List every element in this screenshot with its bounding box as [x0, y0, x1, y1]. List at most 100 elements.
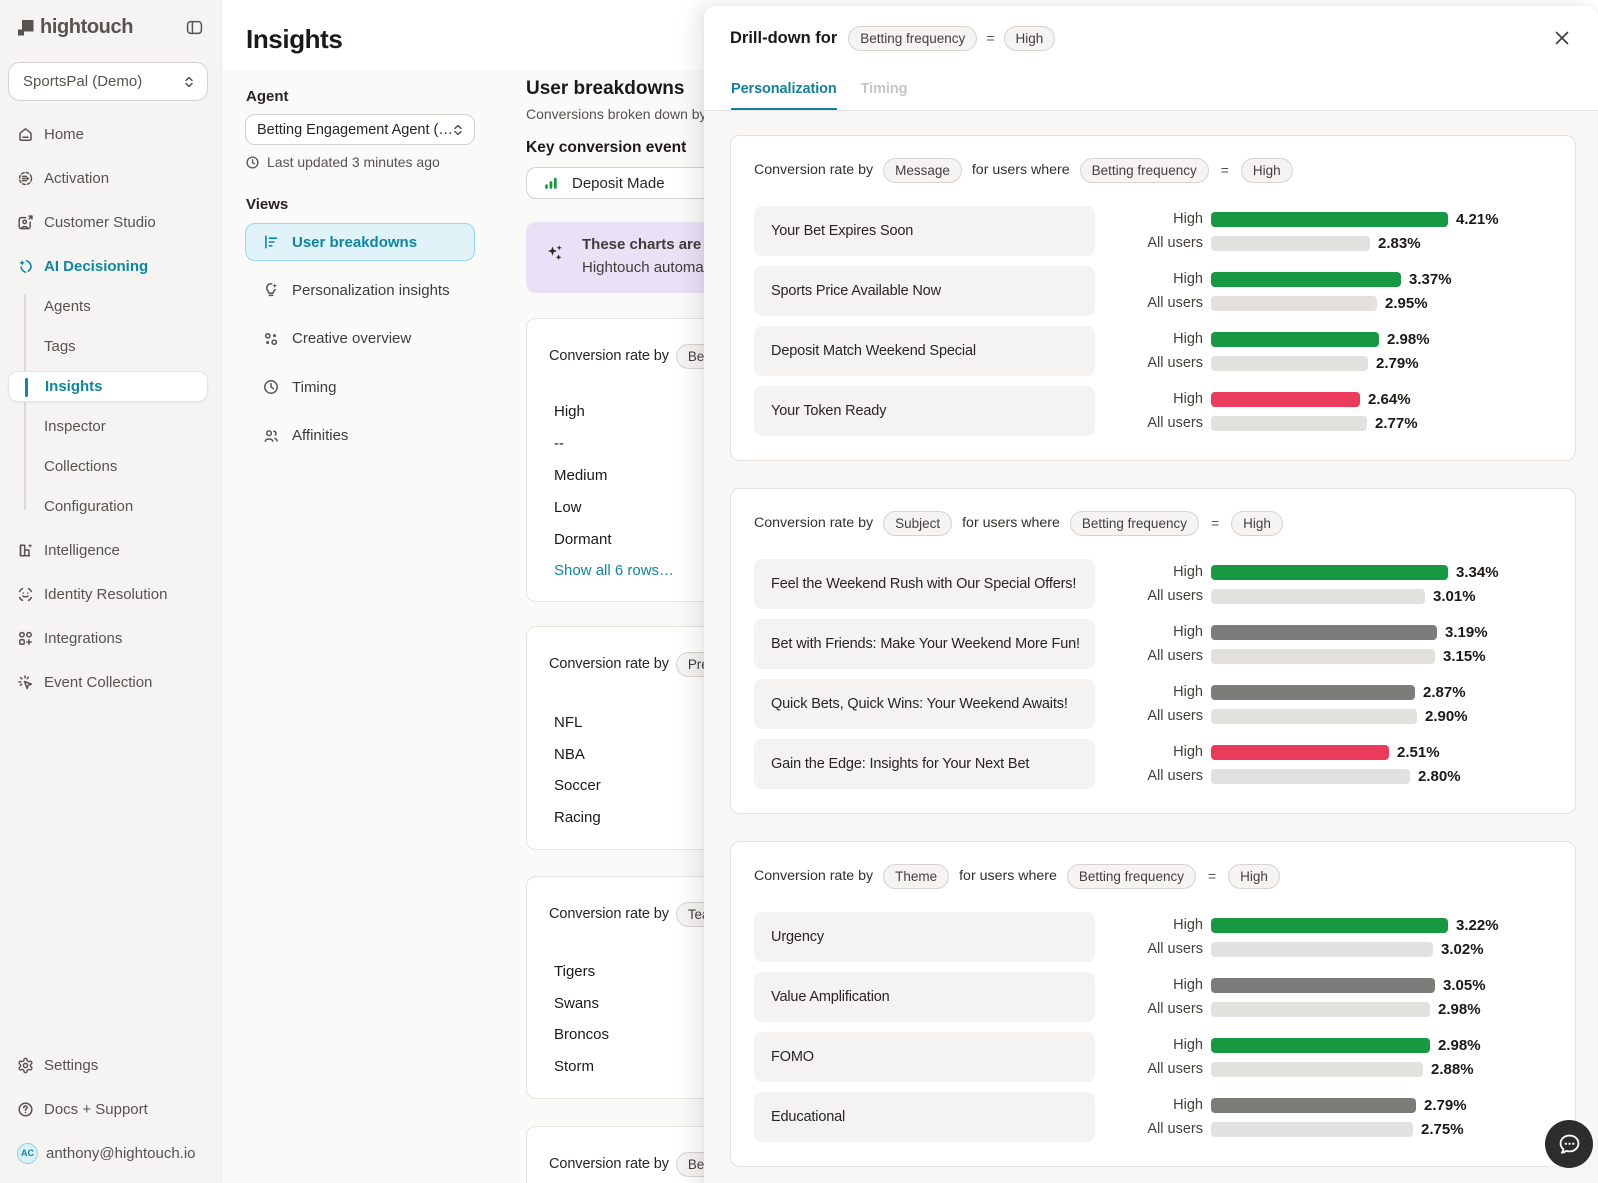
bar-value: 2.75% — [1421, 1121, 1464, 1138]
bar-value: 2.83% — [1378, 235, 1421, 252]
sidebar-item-settings[interactable]: Settings — [0, 1043, 222, 1087]
high-bar-line: High 2.51% — [1095, 740, 1554, 764]
dots-grid-icon — [263, 331, 279, 347]
metric-label: Urgency — [754, 912, 1095, 962]
breakdown-row: Tigers — [554, 956, 609, 988]
bar-pair: High 2.98% All users 2.79% — [1095, 327, 1554, 375]
last-updated: Last updated 3 minutes ago — [246, 154, 440, 170]
avatar: AC — [17, 1143, 38, 1164]
drawer-body: Conversion rate by Message for users whe… — [704, 111, 1598, 1183]
view-item-user-breakdowns[interactable]: User breakdowns — [245, 223, 475, 261]
hightouch-logo-word: hightouch — [40, 16, 133, 39]
bar-pair: High 2.51% All users 2.80% — [1095, 740, 1554, 788]
high-bar-line: High 3.19% — [1095, 620, 1554, 644]
by-pill: Theme — [883, 864, 949, 889]
all-users-bar — [1211, 709, 1417, 724]
chevron-updown-icon — [452, 123, 464, 137]
all-users-bar-line: All users 2.79% — [1095, 351, 1554, 375]
bar-series-label: High — [1095, 977, 1203, 993]
sidebar-item-activation[interactable]: Activation — [0, 156, 222, 200]
metric-row: Your Token Ready High 2.64% All users 2.… — [754, 386, 1554, 436]
view-item-timing[interactable]: Timing — [245, 368, 475, 406]
metric-row: Your Bet Expires Soon High 4.21% All use… — [754, 206, 1554, 256]
equals-sign: = — [1208, 868, 1216, 884]
title-prefix: Conversion rate by — [549, 1156, 669, 1172]
bar-series-label: All users — [1095, 1061, 1203, 1077]
sidebar-item-tags[interactable]: Tags — [0, 326, 222, 366]
view-item-affinities[interactable]: Affinities — [245, 417, 475, 455]
clock-icon — [263, 379, 279, 395]
view-item-creative-overview[interactable]: Creative overview — [245, 320, 475, 358]
drilldown-cards: Conversion rate by Message for users whe… — [730, 135, 1576, 1167]
chat-widget-button[interactable] — [1545, 1120, 1593, 1168]
sidebar-item-collections[interactable]: Collections — [0, 446, 222, 486]
bar-value: 3.22% — [1456, 917, 1499, 934]
sidebar-item-intelligence[interactable]: Intelligence — [0, 528, 222, 572]
view-item-personalization-insights[interactable]: Personalization insights — [245, 271, 475, 309]
all-users-bar — [1211, 296, 1377, 311]
breakdown-rows: TigersSwansBroncosStorm — [554, 956, 609, 1082]
agent-label: Agent — [246, 88, 289, 105]
bar-value: 2.98% — [1387, 331, 1430, 348]
bar-value: 2.90% — [1425, 708, 1468, 725]
sidebar-item-agents[interactable]: Agents — [0, 286, 222, 326]
bar-value: 2.87% — [1423, 684, 1466, 701]
show-all-link[interactable]: Show all 6 rows… — [554, 555, 674, 585]
sidebar-item-inspector[interactable]: Inspector — [0, 406, 222, 446]
bar-pair: High 2.98% All users 2.88% — [1095, 1033, 1554, 1081]
tab-personalization[interactable]: Personalization — [731, 80, 837, 111]
event-collection-icon — [17, 674, 34, 691]
sidebar-item-integrations[interactable]: Integrations — [0, 616, 222, 660]
bar-series-label: High — [1095, 211, 1203, 227]
sidebar-item-ai-decisioning[interactable]: AI Decisioning — [0, 244, 222, 288]
workspace-selector[interactable]: SportsPal (Demo) — [8, 62, 208, 101]
workspace-name: SportsPal (Demo) — [23, 73, 183, 90]
bar-value: 3.19% — [1445, 624, 1488, 641]
page-title: Insights — [246, 24, 342, 55]
sidebar-item-insights[interactable]: Insights — [8, 371, 208, 402]
high-bar-line: High 2.79% — [1095, 1093, 1554, 1117]
all-users-bar — [1211, 649, 1435, 664]
agent-select[interactable]: Betting Engagement Agent (… — [245, 114, 475, 145]
high-bar — [1211, 1098, 1416, 1113]
activation-icon — [17, 170, 34, 187]
val-pill: High — [1241, 158, 1293, 183]
high-bar-line: High 2.98% — [1095, 1033, 1554, 1057]
high-bar-line: High 2.98% — [1095, 327, 1554, 351]
key-conversion-label: Key conversion event — [526, 139, 686, 157]
views-label: Views — [246, 196, 288, 213]
bar-pair: High 3.05% All users 2.98% — [1095, 973, 1554, 1021]
high-bar — [1211, 1038, 1430, 1053]
sidebar-item-docs-support[interactable]: Docs + Support — [0, 1087, 222, 1131]
section-heading: User breakdowns — [526, 78, 684, 100]
home-icon — [17, 126, 34, 143]
people-icon — [263, 428, 279, 444]
breakdown-row: Medium — [554, 459, 674, 491]
equals-sign: = — [1211, 515, 1219, 531]
user-account[interactable]: ACanthony@hightouch.io — [0, 1131, 222, 1175]
bar-series-label: All users — [1095, 1001, 1203, 1017]
sidebar-item-home[interactable]: Home — [0, 112, 222, 156]
breakdown-row: -- — [554, 427, 674, 459]
value-pill: High — [1004, 26, 1056, 51]
bar-series-label: All users — [1095, 941, 1203, 957]
bar-value: 3.01% — [1433, 588, 1476, 605]
sidebar-item-event-collection[interactable]: Event Collection — [0, 660, 222, 704]
sidebar-item-configuration[interactable]: Configuration — [0, 486, 222, 526]
title-middle: for users where — [959, 868, 1057, 884]
close-icon[interactable] — [1555, 31, 1569, 45]
all-users-bar — [1211, 942, 1433, 957]
sidebar-item-customer-studio[interactable]: Customer Studio — [0, 200, 222, 244]
sidebar-collapse-icon[interactable] — [186, 19, 203, 36]
metric-label: Educational — [754, 1092, 1095, 1142]
all-users-bar — [1211, 589, 1425, 604]
breakdown-row: Low — [554, 491, 674, 523]
bar-value: 2.88% — [1431, 1061, 1474, 1078]
sidebar-item-identity-resolution[interactable]: Identity Resolution — [0, 572, 222, 616]
integrations-icon — [17, 630, 34, 647]
logo-row: hightouch — [15, 17, 207, 39]
drawer-title: Drill-down for Betting frequency = High — [730, 25, 1055, 51]
breakdown-row: Storm — [554, 1051, 609, 1083]
tab-timing[interactable]: Timing — [861, 80, 908, 111]
bar-value: 2.95% — [1385, 295, 1428, 312]
